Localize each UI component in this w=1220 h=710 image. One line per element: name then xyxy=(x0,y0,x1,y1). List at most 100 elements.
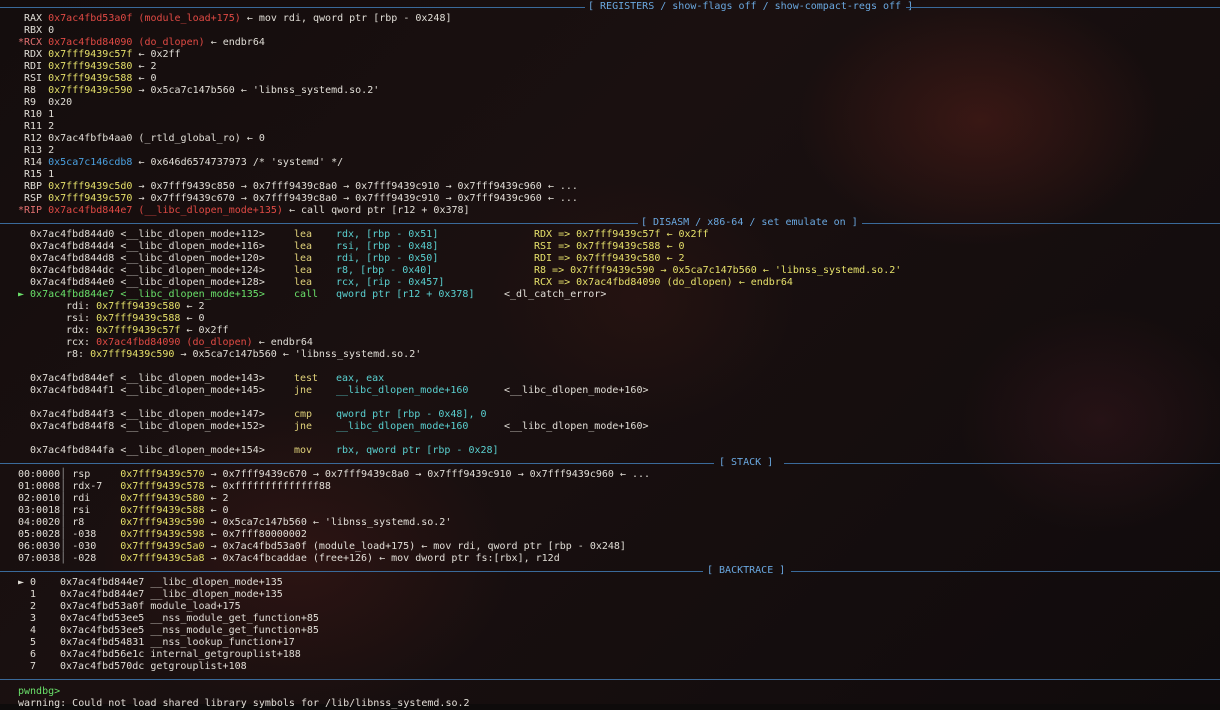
frame-symbol: getgrouplist+108 xyxy=(150,661,247,672)
instruction-annotation: RDX => 0x7fff9439c57f ← 0x2ff xyxy=(534,229,709,240)
argument-value: 0x7fff9439c57f xyxy=(96,325,181,336)
stack-register: r8 xyxy=(66,517,85,528)
frame-symbol: __nss_lookup_function+17 xyxy=(150,637,295,648)
argument-deref: → 0x5ca7c147b560 ← 'libnss_systemd.so.2' xyxy=(174,349,422,360)
argument-register: rcx: xyxy=(66,337,97,348)
call-argument: rdi: 0x7fff9439c580 ← 2 xyxy=(66,301,205,313)
stack-title: [ STACK ] xyxy=(719,457,774,468)
register-deref: → 0x5ca7c147b560 ← 'libnss_systemd.so.2' xyxy=(132,85,380,96)
argument-register: rdx: xyxy=(66,325,97,336)
instruction-operands: qword ptr [rbp - 0x48], 0 xyxy=(336,409,487,420)
stack-offset: 04:0020 xyxy=(18,517,61,528)
register-row: R10 1 xyxy=(18,109,54,121)
frame-index: 5 xyxy=(18,637,37,648)
backtrace-frame: ► 0 0x7ac4fbd844e7 __libc_dlopen_mode+135 xyxy=(18,577,283,589)
warning-message: warning: Could not load shared library s… xyxy=(18,698,470,709)
frame-symbol: __nss_module_get_function+85 xyxy=(150,625,319,636)
stack-address: 0x7fff9439c580 xyxy=(114,493,205,504)
register-value: 1 xyxy=(48,109,55,120)
instruction-annotation: R8 => 0x7fff9439c590 → 0x5ca7c147b560 ← … xyxy=(534,265,902,276)
instruction-operands: rbx, qword ptr [rbp - 0x28] xyxy=(336,445,499,456)
instruction-address: 0x7ac4fbd844ef <__libc_dlopen_mode+143> xyxy=(18,373,265,384)
frame-symbol: __libc_dlopen_mode+135 xyxy=(150,589,283,600)
terminal-window[interactable]: [ REGISTERS / show-flags off / show-comp… xyxy=(0,0,1220,709)
stack-offset: 07:0038 xyxy=(18,553,61,564)
frame-address: 0x7ac4fbd53ee5 xyxy=(60,625,151,636)
register-name: R8 xyxy=(18,85,49,96)
backtrace-frame: 6 0x7ac4fbd56e1c internal_getgrouplist+18… xyxy=(18,649,301,661)
register-row: RSP 0x7fff9439c570 → 0x7fff9439c670 → 0x… xyxy=(18,193,578,205)
instruction-mnemonic: lea xyxy=(294,277,313,288)
argument-value: 0x7fff9439c580 xyxy=(96,301,181,312)
stack-offset: 01:0008 xyxy=(18,481,61,492)
register-name: RDI xyxy=(18,61,49,72)
instruction-row: 0x7ac4fbd844f8 <__libc_dlopen_mode+152> j… xyxy=(18,421,648,433)
register-value: 0x20 xyxy=(48,97,73,108)
instruction-operands: __libc_dlopen_mode+160 xyxy=(336,385,469,396)
register-name: R12 xyxy=(18,133,49,144)
instruction-address: 0x7ac4fbd844d8 <__libc_dlopen_mode+120> xyxy=(18,253,265,264)
register-row: R9 0x20 xyxy=(18,97,72,109)
call-argument: rcx: 0x7ac4fbd84090 (do_dlopen) ← endbr6… xyxy=(66,337,313,349)
instruction-mnemonic: lea xyxy=(294,253,313,264)
instruction-mnemonic: jne xyxy=(294,421,313,432)
disasm-title: [ DISASM / x86-64 / set emulate on ] xyxy=(641,217,858,228)
register-name: RBX xyxy=(18,25,49,36)
register-value: 0 xyxy=(48,25,55,36)
register-row: RBX 0 xyxy=(18,25,54,37)
instruction-operands: r8, [rbp - 0x40] xyxy=(336,265,433,276)
instruction-row: 0x7ac4fbd844e0 <__libc_dlopen_mode+128> l… xyxy=(18,277,793,289)
register-name: RSI xyxy=(18,73,49,84)
argument-deref: ← endbr64 xyxy=(252,337,313,348)
instruction-row: 0x7ac4fbd844d0 <__libc_dlopen_mode+112> l… xyxy=(18,229,709,241)
register-value: 0x7ac4fbfb4aa0 (_rtld_global_ro) xyxy=(48,133,241,144)
instruction-annotation: <__libc_dlopen_mode+160> xyxy=(504,385,649,396)
register-value: 0x7fff9439c590 xyxy=(48,85,133,96)
register-name: RSP xyxy=(18,193,49,204)
stack-row: 01:0008│ rdx-7 0x7fff9439c578 ← 0xffffff… xyxy=(18,481,331,493)
register-value: 0x7ac4fbd844e7 (__libc_dlopen_mode+135) xyxy=(48,205,283,216)
registers-title: [ REGISTERS / show-flags off / show-comp… xyxy=(588,1,914,12)
register-deref: ← 0x2ff xyxy=(132,49,181,60)
disasm-separator: [ DISASM / x86-64 / set emulate on ] xyxy=(0,217,1220,229)
stack-address: 0x7fff9439c598 xyxy=(114,529,205,540)
register-value: 0x7fff9439c588 xyxy=(48,73,133,84)
stack-address: 0x7fff9439c588 xyxy=(114,505,205,516)
stack-row: 03:0018│ rsi 0x7fff9439c588 ← 0 xyxy=(18,505,229,517)
frame-address: 0x7ac4fbd844e7 xyxy=(60,577,151,588)
pwndbg-prompt[interactable]: pwndbg> xyxy=(18,686,60,698)
register-name: RDX xyxy=(18,49,49,60)
register-value: 0x7ac4fbd53a0f (module_load+175) xyxy=(48,13,241,24)
instruction-address: 0x7ac4fbd844d4 <__libc_dlopen_mode+116> xyxy=(18,241,265,252)
register-deref: ← call qword ptr [r12 + 0x378] xyxy=(282,205,470,216)
backtrace-frame: 2 0x7ac4fbd53a0f module_load+175 xyxy=(18,601,241,613)
stack-deref: ← 2 xyxy=(204,493,229,504)
instruction-address: 0x7ac4fbd844dc <__libc_dlopen_mode+124> xyxy=(18,265,265,276)
register-value: 0x7fff9439c580 xyxy=(48,61,133,72)
stack-offset: 03:0018 xyxy=(18,505,61,516)
register-name: RBP xyxy=(18,181,49,192)
stack-deref: ← 0x7fff80000002 xyxy=(204,529,307,540)
register-row: R13 2 xyxy=(18,145,54,157)
stack-deref: → 0x7ac4fbcaddae (free+126) ← mov dword … xyxy=(204,553,560,564)
frame-index: 4 xyxy=(18,625,37,636)
stack-row: 07:0038│ -028 0x7fff9439c5a8 → 0x7ac4fbc… xyxy=(18,553,560,565)
argument-value: 0x7fff9439c588 xyxy=(96,313,181,324)
register-deref: ← mov rdi, qword ptr [rbp - 0x248] xyxy=(240,13,452,24)
register-row: RSI 0x7fff9439c588 ← 0 xyxy=(18,73,157,85)
instruction-mnemonic: jne xyxy=(294,385,313,396)
backtrace-frame: 4 0x7ac4fbd53ee5 __nss_module_get_functio… xyxy=(18,625,319,637)
call-argument: rdx: 0x7fff9439c57f ← 0x2ff xyxy=(66,325,229,337)
register-row: RBP 0x7fff9439c5d0 → 0x7fff9439c850 → 0x… xyxy=(18,181,578,193)
instruction-annotation: RCX => 0x7ac4fbd84090 (do_dlopen) ← endb… xyxy=(534,277,793,288)
argument-register: r8: xyxy=(66,349,91,360)
register-deref: ← 0x646d6574737973 /* 'systemd' */ xyxy=(132,157,344,168)
instruction-annotation: <_dl_catch_error> xyxy=(504,289,607,300)
frame-index: 6 xyxy=(18,649,37,660)
register-deref: ← 0 xyxy=(132,73,157,84)
instruction-address: 0x7ac4fbd844f8 <__libc_dlopen_mode+152> xyxy=(18,421,265,432)
frame-index: ► 0 xyxy=(18,577,37,588)
register-value: 0x7fff9439c570 xyxy=(48,193,133,204)
stack-address: 0x7fff9439c578 xyxy=(114,481,205,492)
register-value: 0x7ac4fbd84090 (do_dlopen) xyxy=(48,37,205,48)
